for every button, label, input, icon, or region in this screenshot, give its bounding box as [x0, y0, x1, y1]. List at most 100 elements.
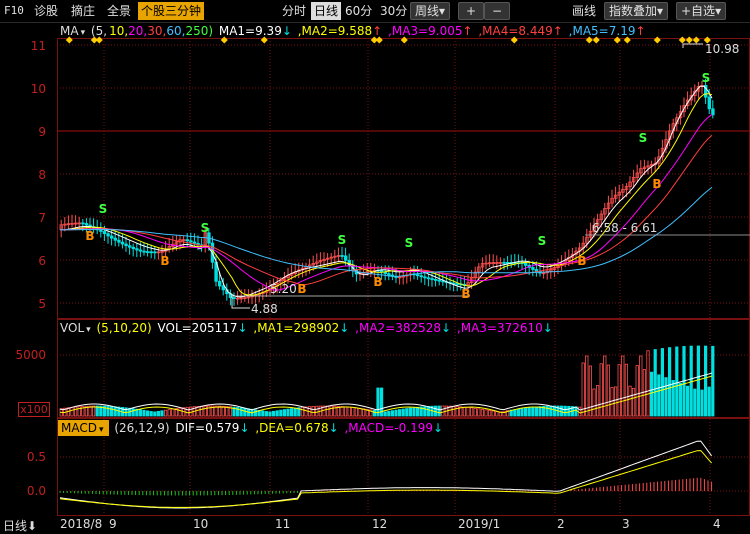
vol-ma1-arrow: ↓: [339, 321, 350, 335]
candle-body: [502, 262, 506, 264]
volume-bar: [480, 408, 485, 417]
ma1-line: [59, 85, 713, 298]
volume-bar: [531, 406, 535, 417]
volume-bar: [415, 406, 420, 417]
volume-bar: [646, 350, 650, 417]
candle-body: [124, 243, 128, 247]
chart-canvas[interactable]: BBB BBBBSSS S SSS: [0, 0, 750, 534]
candle-body: [192, 241, 197, 244]
volume-bar: [675, 346, 679, 417]
ma-param-60: 60,: [166, 24, 186, 38]
candle-body: [340, 255, 344, 257]
sell-signal: S: [405, 236, 414, 250]
volume-bar: [668, 347, 672, 417]
volume-bar: [264, 411, 269, 417]
candle-body: [84, 223, 89, 226]
candle-body: [81, 222, 85, 225]
volume-bar: [293, 407, 297, 417]
candle-body: [120, 241, 125, 245]
volume-bar: [261, 410, 265, 417]
volume-bar: [534, 406, 539, 417]
volume-bar: [149, 411, 153, 417]
volume-bar: [239, 407, 243, 417]
volume-bar: [185, 406, 189, 417]
price-axis-9: 9: [38, 125, 46, 139]
sell-signal: S: [702, 71, 711, 85]
vol-indicator-name[interactable]: VOL: [60, 321, 84, 335]
volume-bar: [311, 406, 315, 417]
volume-bar: [271, 410, 276, 417]
volume-bar: [178, 407, 182, 417]
period-switch[interactable]: 日线⬇: [3, 517, 37, 534]
volume-bar: [106, 405, 110, 417]
candle-body: [113, 237, 117, 241]
price-axis-5: 5: [38, 297, 46, 311]
volume-bar: [289, 408, 294, 417]
volume-bar: [354, 407, 359, 417]
volume-bar: [160, 410, 164, 417]
macd-value: ,MACD=-0.199: [344, 421, 434, 435]
volume-bar: [711, 345, 715, 417]
sell-signal: S: [201, 221, 210, 235]
volume-bar: [617, 364, 621, 417]
price-axis-7: 7: [38, 211, 46, 225]
volume-bar: [696, 345, 701, 417]
volume-bar: [660, 348, 665, 417]
dif-value: DIF=0.579: [175, 421, 240, 435]
volume-bar: [412, 407, 416, 417]
volume-bar: [560, 405, 564, 417]
chevron-down-icon[interactable]: ▾: [86, 325, 91, 335]
volume-bar: [520, 408, 524, 417]
ma-indicator-name[interactable]: MA: [60, 24, 79, 38]
volume-bar: [163, 409, 168, 417]
ma4-arrow: ↑: [552, 24, 563, 38]
candle-body: [343, 255, 348, 261]
volume-bar: [156, 410, 160, 417]
volume-bar: [639, 355, 643, 417]
candle-body: [707, 96, 711, 110]
macd-indicator-name[interactable]: MACD ▾: [58, 420, 109, 436]
price-axis-6: 6: [38, 254, 46, 268]
vol-ma2: ,MA2=382528: [355, 321, 442, 335]
macd-axis-05: 0.5: [26, 450, 46, 464]
price-mark-label: 5.20: [270, 282, 297, 296]
volume-bar: [664, 377, 668, 417]
candle-body: [149, 251, 153, 254]
ma5-value: ,MA5=7.19: [568, 24, 636, 38]
volume-bar: [473, 407, 477, 417]
volume-bar: [347, 406, 351, 417]
arrow-down-icon: ⬇: [27, 519, 38, 533]
volume-bar: [253, 409, 258, 417]
ma5-arrow: ↑: [635, 24, 646, 38]
volume-bar: [653, 349, 657, 417]
volume-bar: [632, 387, 636, 417]
macd-name-text: MACD: [61, 421, 97, 435]
volume-bar: [678, 382, 683, 417]
volume-bar: [441, 405, 445, 417]
volume-bar: [408, 407, 413, 417]
ma4-line: [60, 134, 713, 286]
date-label: 2: [557, 517, 565, 531]
ma3-line: [59, 113, 713, 291]
buy-signal: B: [652, 177, 661, 191]
vol-ma1: ,MA1=298902: [253, 321, 340, 335]
volume-bar: [401, 408, 405, 417]
sell-signal: S: [99, 202, 108, 216]
volume-bar: [221, 405, 225, 417]
date-label: 11: [275, 517, 291, 531]
volume-bar: [599, 363, 603, 417]
volume-bar: [592, 388, 596, 417]
volume-bar: [585, 355, 589, 417]
volume-bar: [606, 364, 611, 417]
price-axis-8: 8: [38, 168, 46, 182]
volume-bar: [279, 409, 283, 417]
candle-body: [145, 251, 150, 254]
chevron-down-icon[interactable]: ▾: [81, 28, 86, 38]
price-axis-10: 10: [30, 82, 46, 96]
ma1-arrow: ↓: [281, 24, 292, 38]
volume-bar: [671, 380, 675, 417]
volume-bar: [394, 409, 398, 417]
volume-bar: [563, 405, 567, 417]
volume-bar: [426, 405, 431, 417]
sell-signal: S: [639, 131, 648, 145]
